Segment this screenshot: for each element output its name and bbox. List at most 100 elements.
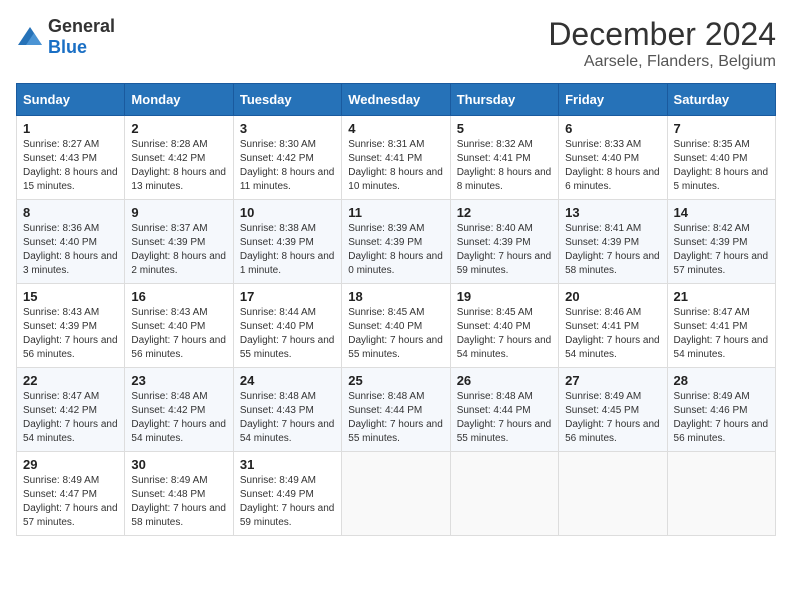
day-info: Sunrise: 8:27 AM Sunset: 4:43 PM Dayligh… (23, 138, 118, 194)
calendar-cell (559, 452, 667, 536)
day-number: 25 (348, 373, 443, 388)
day-info: Sunrise: 8:49 AM Sunset: 4:48 PM Dayligh… (131, 474, 226, 530)
day-info: Sunrise: 8:47 AM Sunset: 4:42 PM Dayligh… (23, 390, 118, 446)
calendar-cell: 11 Sunrise: 8:39 AM Sunset: 4:39 PM Dayli… (342, 200, 450, 284)
calendar-week-row: 22 Sunrise: 8:47 AM Sunset: 4:42 PM Dayli… (17, 368, 776, 452)
day-number: 8 (23, 205, 118, 220)
calendar-cell: 10Sunrise: 8:38 AM Sunset: 4:39 PM Dayli… (233, 200, 341, 284)
day-number: 31 (240, 457, 335, 472)
day-number: 29 (23, 457, 118, 472)
calendar-cell: 26 Sunrise: 8:48 AM Sunset: 4:44 PM Dayli… (450, 368, 558, 452)
day-number: 15 (23, 289, 118, 304)
day-info: Sunrise: 8:33 AM Sunset: 4:40 PM Dayligh… (565, 138, 660, 194)
location-title: Aarsele, Flanders, Belgium (548, 53, 776, 71)
calendar-cell: 18 Sunrise: 8:45 AM Sunset: 4:40 PM Dayli… (342, 284, 450, 368)
calendar-week-row: 8Sunrise: 8:36 AM Sunset: 4:40 PM Daylig… (17, 200, 776, 284)
calendar-cell: 24 Sunrise: 8:48 AM Sunset: 4:43 PM Dayli… (233, 368, 341, 452)
day-number: 28 (674, 373, 769, 388)
calendar-cell: 16 Sunrise: 8:43 AM Sunset: 4:40 PM Dayli… (125, 284, 233, 368)
calendar-cell: 30 Sunrise: 8:49 AM Sunset: 4:48 PM Dayli… (125, 452, 233, 536)
weekday-header-thursday: Thursday (450, 84, 558, 116)
day-number: 3 (240, 121, 335, 136)
day-info: Sunrise: 8:37 AM Sunset: 4:39 PM Dayligh… (131, 222, 226, 278)
day-number: 2 (131, 121, 226, 136)
calendar-cell: 21Sunrise: 8:47 AM Sunset: 4:41 PM Dayli… (667, 284, 775, 368)
day-number: 1 (23, 121, 118, 136)
day-number: 4 (348, 121, 443, 136)
day-info: Sunrise: 8:49 AM Sunset: 4:45 PM Dayligh… (565, 390, 660, 446)
calendar-cell (450, 452, 558, 536)
weekday-header-tuesday: Tuesday (233, 84, 341, 116)
day-number: 23 (131, 373, 226, 388)
day-number: 24 (240, 373, 335, 388)
logo-icon (16, 25, 44, 49)
day-number: 20 (565, 289, 660, 304)
calendar-cell: 17Sunrise: 8:44 AM Sunset: 4:40 PM Dayli… (233, 284, 341, 368)
calendar-cell: 6 Sunrise: 8:33 AM Sunset: 4:40 PM Daylig… (559, 116, 667, 200)
calendar-cell (342, 452, 450, 536)
day-number: 26 (457, 373, 552, 388)
day-number: 19 (457, 289, 552, 304)
day-number: 6 (565, 121, 660, 136)
day-number: 14 (674, 205, 769, 220)
day-info: Sunrise: 8:47 AM Sunset: 4:41 PM Dayligh… (674, 306, 769, 362)
calendar-week-row: 29 Sunrise: 8:49 AM Sunset: 4:47 PM Dayli… (17, 452, 776, 536)
day-info: Sunrise: 8:38 AM Sunset: 4:39 PM Dayligh… (240, 222, 335, 278)
day-number: 11 (348, 205, 443, 220)
calendar-cell: 19Sunrise: 8:45 AM Sunset: 4:40 PM Dayli… (450, 284, 558, 368)
page-header: General Blue December 2024 Aarsele, Flan… (16, 16, 776, 71)
day-info: Sunrise: 8:48 AM Sunset: 4:44 PM Dayligh… (457, 390, 552, 446)
day-info: Sunrise: 8:30 AM Sunset: 4:42 PM Dayligh… (240, 138, 335, 194)
day-info: Sunrise: 8:28 AM Sunset: 4:42 PM Dayligh… (131, 138, 226, 194)
logo-text: General Blue (48, 16, 115, 58)
weekday-header-saturday: Saturday (667, 84, 775, 116)
day-info: Sunrise: 8:43 AM Sunset: 4:39 PM Dayligh… (23, 306, 118, 362)
day-number: 16 (131, 289, 226, 304)
month-title: December 2024 (548, 16, 776, 53)
day-number: 18 (348, 289, 443, 304)
day-info: Sunrise: 8:49 AM Sunset: 4:49 PM Dayligh… (240, 474, 335, 530)
calendar-cell: 23Sunrise: 8:48 AM Sunset: 4:42 PM Dayli… (125, 368, 233, 452)
day-info: Sunrise: 8:41 AM Sunset: 4:39 PM Dayligh… (565, 222, 660, 278)
calendar-table: SundayMondayTuesdayWednesdayThursdayFrid… (16, 83, 776, 536)
calendar-cell: 25Sunrise: 8:48 AM Sunset: 4:44 PM Dayli… (342, 368, 450, 452)
calendar-cell: 15 Sunrise: 8:43 AM Sunset: 4:39 PM Dayli… (17, 284, 125, 368)
day-number: 17 (240, 289, 335, 304)
day-info: Sunrise: 8:45 AM Sunset: 4:40 PM Dayligh… (348, 306, 443, 362)
calendar-header-row: SundayMondayTuesdayWednesdayThursdayFrid… (17, 84, 776, 116)
day-number: 22 (23, 373, 118, 388)
day-number: 7 (674, 121, 769, 136)
day-info: Sunrise: 8:48 AM Sunset: 4:43 PM Dayligh… (240, 390, 335, 446)
weekday-header-monday: Monday (125, 84, 233, 116)
day-info: Sunrise: 8:43 AM Sunset: 4:40 PM Dayligh… (131, 306, 226, 362)
weekday-header-sunday: Sunday (17, 84, 125, 116)
day-info: Sunrise: 8:32 AM Sunset: 4:41 PM Dayligh… (457, 138, 552, 194)
calendar-cell: 27 Sunrise: 8:49 AM Sunset: 4:45 PM Dayli… (559, 368, 667, 452)
day-info: Sunrise: 8:49 AM Sunset: 4:47 PM Dayligh… (23, 474, 118, 530)
calendar-cell: 20Sunrise: 8:46 AM Sunset: 4:41 PM Dayli… (559, 284, 667, 368)
day-number: 30 (131, 457, 226, 472)
calendar-cell: 3 Sunrise: 8:30 AM Sunset: 4:42 PM Daylig… (233, 116, 341, 200)
day-number: 5 (457, 121, 552, 136)
day-info: Sunrise: 8:49 AM Sunset: 4:46 PM Dayligh… (674, 390, 769, 446)
calendar-cell: 4 Sunrise: 8:31 AM Sunset: 4:41 PM Daylig… (342, 116, 450, 200)
calendar-cell: 8Sunrise: 8:36 AM Sunset: 4:40 PM Daylig… (17, 200, 125, 284)
calendar-cell: 1 Sunrise: 8:27 AM Sunset: 4:43 PM Daylig… (17, 116, 125, 200)
calendar-cell (667, 452, 775, 536)
calendar-body: 1 Sunrise: 8:27 AM Sunset: 4:43 PM Daylig… (17, 116, 776, 536)
calendar-week-row: 1 Sunrise: 8:27 AM Sunset: 4:43 PM Daylig… (17, 116, 776, 200)
day-info: Sunrise: 8:39 AM Sunset: 4:39 PM Dayligh… (348, 222, 443, 278)
calendar-cell: 14Sunrise: 8:42 AM Sunset: 4:39 PM Dayli… (667, 200, 775, 284)
calendar-cell: 22 Sunrise: 8:47 AM Sunset: 4:42 PM Dayli… (17, 368, 125, 452)
calendar-week-row: 15 Sunrise: 8:43 AM Sunset: 4:39 PM Dayli… (17, 284, 776, 368)
day-info: Sunrise: 8:31 AM Sunset: 4:41 PM Dayligh… (348, 138, 443, 194)
calendar-cell: 29 Sunrise: 8:49 AM Sunset: 4:47 PM Dayli… (17, 452, 125, 536)
calendar-cell: 28 Sunrise: 8:49 AM Sunset: 4:46 PM Dayli… (667, 368, 775, 452)
weekday-header-friday: Friday (559, 84, 667, 116)
calendar-cell: 12Sunrise: 8:40 AM Sunset: 4:39 PM Dayli… (450, 200, 558, 284)
day-number: 27 (565, 373, 660, 388)
day-number: 9 (131, 205, 226, 220)
calendar-cell: 7Sunrise: 8:35 AM Sunset: 4:40 PM Daylig… (667, 116, 775, 200)
day-info: Sunrise: 8:40 AM Sunset: 4:39 PM Dayligh… (457, 222, 552, 278)
calendar-cell: 2 Sunrise: 8:28 AM Sunset: 4:42 PM Daylig… (125, 116, 233, 200)
